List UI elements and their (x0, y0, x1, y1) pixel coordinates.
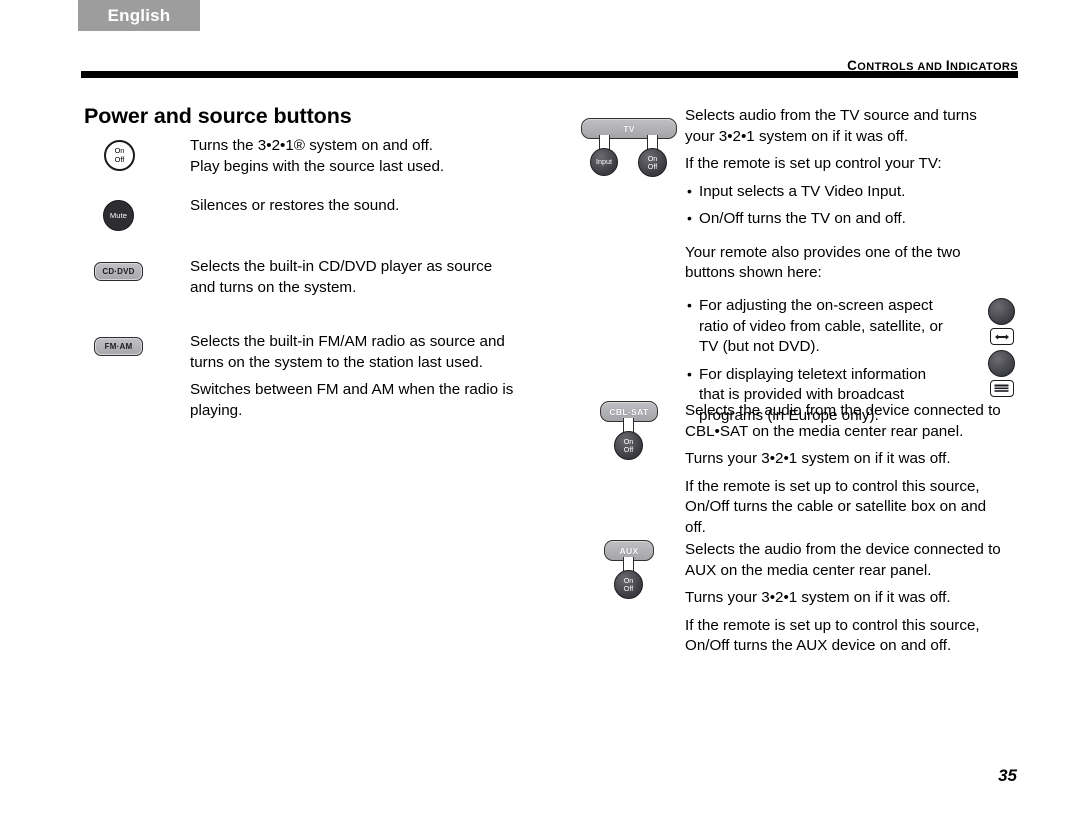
icon-gutter: FM·AM (84, 332, 184, 356)
row-mute: Mute Silences or restores the sound. (84, 196, 554, 257)
aux-onoff-knob[interactable]: On Off (614, 570, 643, 599)
left-column: On Off Turns the 3•2•1® system on and of… (84, 136, 554, 432)
icon-gutter: On Off (84, 136, 184, 171)
mute-button[interactable]: Mute (103, 200, 134, 231)
fm-am-description: Selects the built-in FM/AM radio as sour… (190, 332, 520, 421)
on-off-button[interactable]: On Off (104, 140, 135, 171)
right-column: TV Input On Off Selects audio from the T… (578, 106, 1028, 670)
aux-onoff-label-off: Off (623, 583, 634, 593)
language-tab-label: English (107, 5, 171, 25)
fm-am-button[interactable]: FM·AM (94, 337, 143, 356)
page-number: 35 (998, 766, 1017, 785)
cbl-sat-para-2: Turns your 3•2•1 system on if it was off… (685, 450, 951, 467)
option-bullet-aspect-ratio: For adjusting the on-screen aspect ratio… (685, 295, 955, 358)
tv-button[interactable]: TV (581, 118, 677, 139)
row-cbl-sat: CBL·SAT On Off Selects the audio from th… (578, 401, 1028, 540)
cbl-sat-onoff-label-off: Off (623, 444, 634, 454)
tv-bullet-onoff: On/Off turns the TV on and off. (685, 208, 1005, 230)
aspect-ratio-button-group (988, 298, 1015, 345)
mute-description: Silences or restores the sound. (190, 196, 554, 217)
aux-description: Selects the audio from the device connec… (685, 540, 1010, 657)
cbl-sat-button-label: CBL·SAT (609, 406, 649, 417)
on-off-para-2: Play begins with the source last used. (190, 157, 445, 175)
double-arrow-horizontal-icon (989, 328, 1014, 345)
row-aux: AUX On Off Selects the audio from the de… (578, 540, 1028, 670)
mute-para-1: Silences or restores the sound. (190, 197, 400, 214)
tv-button-group: TV Input On Off (578, 106, 678, 177)
aux-para-3: If the remote is set up to control this … (685, 616, 980, 655)
tv-button-label: TV (623, 123, 635, 134)
icon-gutter: Mute (84, 196, 184, 231)
aux-para-1: Selects the audio from the device connec… (685, 541, 1001, 579)
tv-onoff-label-off: Off (647, 161, 658, 171)
tv-onoff-knob[interactable]: On Off (638, 148, 667, 177)
aux-button-group: AUX On Off (578, 540, 678, 604)
cd-dvd-para-1: Selects the built-in CD/DVD player as so… (190, 258, 493, 296)
aux-graphic-gutter: AUX On Off (578, 540, 678, 604)
row-remote-options: For adjusting the on-screen aspect ratio… (578, 295, 1028, 424)
tv-input-label: Input (596, 157, 612, 166)
tv-bullet-list: Input selects a TV Video Input. On/Off t… (685, 181, 1005, 230)
cbl-sat-para-3: If the remote is set up to control this … (685, 477, 987, 536)
cd-dvd-description: Selects the built-in CD/DVD player as so… (190, 257, 520, 298)
row-on-off: On Off Turns the 3•2•1® system on and of… (84, 136, 554, 196)
on-off-label-off: Off (114, 154, 125, 164)
fm-am-label: FM·AM (104, 342, 133, 351)
cbl-sat-graphic-gutter: CBL·SAT On Off (578, 401, 678, 465)
cd-dvd-button[interactable]: CD·DVD (94, 262, 143, 281)
tv-graphic-gutter: TV Input On Off (578, 106, 678, 177)
aux-para-2: Turns your 3•2•1 system on if it was off… (685, 589, 951, 606)
cd-dvd-label: CD·DVD (102, 267, 135, 276)
tv-description: Selects audio from the TV source and tur… (685, 106, 1005, 284)
tv-followup-text: Your remote also provides one of the two… (685, 243, 961, 282)
fm-am-para-1: Selects the built-in FM/AM radio as sour… (190, 333, 505, 371)
row-fm-am: FM·AM Selects the built-in FM/AM radio a… (84, 332, 554, 432)
fm-am-para-2: Switches between FM and AM when the radi… (190, 381, 514, 419)
language-tab: English (78, 0, 200, 31)
cbl-sat-para-1: Selects the audio from the device connec… (685, 402, 1001, 440)
header-rule (81, 71, 1018, 78)
on-off-para-1: Turns the 3•2•1® system on and off. (190, 137, 434, 154)
page-title: Power and source buttons (84, 104, 352, 128)
teletext-button[interactable] (988, 350, 1015, 377)
cbl-sat-onoff-knob[interactable]: On Off (614, 431, 643, 460)
aspect-ratio-button[interactable] (988, 298, 1015, 325)
teletext-lines-icon (989, 380, 1014, 397)
tv-bullet-input: Input selects a TV Video Input. (685, 181, 1005, 203)
on-off-description: Turns the 3•2•1® system on and off. Play… (190, 136, 554, 177)
icon-gutter: CD·DVD (84, 257, 184, 281)
aux-button-label: AUX (619, 545, 639, 556)
row-cd-dvd: CD·DVD Selects the built-in CD/DVD playe… (84, 257, 554, 332)
cbl-sat-description: Selects the audio from the device connec… (685, 401, 1010, 538)
tv-para-2: If the remote is set up control your TV: (685, 155, 942, 172)
cbl-sat-button-group: CBL·SAT On Off (578, 401, 678, 465)
tv-input-knob[interactable]: Input (590, 148, 618, 176)
tv-para-1: Selects audio from the TV source and tur… (685, 107, 977, 145)
row-tv: TV Input On Off Selects audio from the T… (578, 106, 1028, 296)
teletext-button-group (988, 350, 1015, 397)
mute-label: Mute (109, 211, 128, 220)
